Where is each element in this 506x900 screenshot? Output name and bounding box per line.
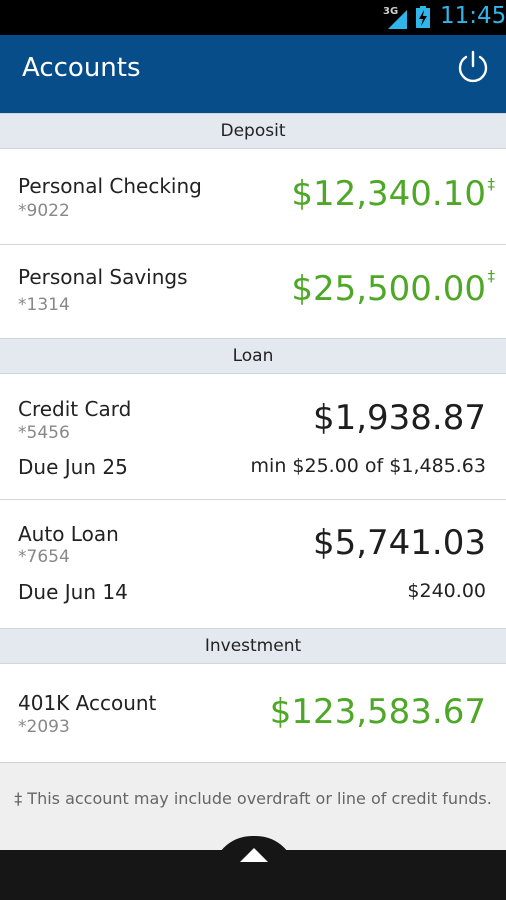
account-number: *2093: [18, 717, 70, 737]
signal-icon: [388, 10, 407, 29]
account-balance: $5,741.03: [312, 523, 486, 563]
menu-pull-tab[interactable]: [212, 836, 296, 876]
account-row-401k[interactable]: 401K Account *2093 $123,583.67: [0, 664, 506, 762]
account-row-personal-savings[interactable]: Personal Savings *1314 $25,500.00 ‡: [0, 245, 506, 338]
status-bar: 3G 11:45: [0, 0, 506, 35]
footnote-text: ‡ This account may include overdraft or …: [14, 789, 492, 808]
payment-amount: $240.00: [407, 580, 486, 602]
due-date: Due Jun 14: [18, 580, 128, 604]
account-balance: $1,938.87: [312, 398, 486, 438]
overdraft-marker: ‡: [487, 267, 496, 285]
section-title: Loan: [232, 346, 274, 366]
power-icon[interactable]: [455, 49, 491, 85]
due-date: Due Jun 25: [18, 455, 128, 479]
account-row-credit-card[interactable]: Credit Card *5456 $1,938.87 Due Jun 25 m…: [0, 374, 506, 500]
section-header-loan: Loan: [0, 338, 506, 374]
chevron-up-icon: [240, 848, 268, 862]
overdraft-marker: ‡: [487, 175, 496, 193]
account-name: Personal Savings: [18, 265, 188, 289]
section-title: Investment: [204, 636, 302, 656]
account-balance: $25,500.00: [291, 269, 486, 309]
account-number: *7654: [18, 547, 70, 567]
account-row-personal-checking[interactable]: Personal Checking *9022 $12,340.10 ‡: [0, 149, 506, 245]
account-name: 401K Account: [18, 691, 157, 715]
account-name: Auto Loan: [18, 522, 119, 546]
account-number: *1314: [18, 295, 70, 315]
payment-amount: min $25.00 of $1,485.63: [250, 455, 486, 477]
battery-icon: [416, 6, 430, 28]
overdraft-footnote: ‡ This account may include overdraft or …: [0, 762, 506, 822]
account-row-auto-loan[interactable]: Auto Loan *7654 $5,741.03 Due Jun 14 $24…: [0, 500, 506, 628]
section-title: Deposit: [220, 121, 286, 141]
section-header-deposit: Deposit: [0, 113, 506, 149]
account-name: Credit Card: [18, 397, 132, 421]
account-balance: $123,583.67: [269, 692, 486, 732]
section-header-investment: Investment: [0, 628, 506, 664]
account-name: Personal Checking: [18, 174, 202, 198]
app-bar: Accounts: [0, 35, 506, 113]
account-number: *9022: [18, 201, 70, 221]
account-balance: $12,340.10: [291, 174, 486, 214]
clock: 11:45: [440, 3, 506, 29]
account-number: *5456: [18, 423, 70, 443]
page-title: Accounts: [22, 53, 141, 83]
